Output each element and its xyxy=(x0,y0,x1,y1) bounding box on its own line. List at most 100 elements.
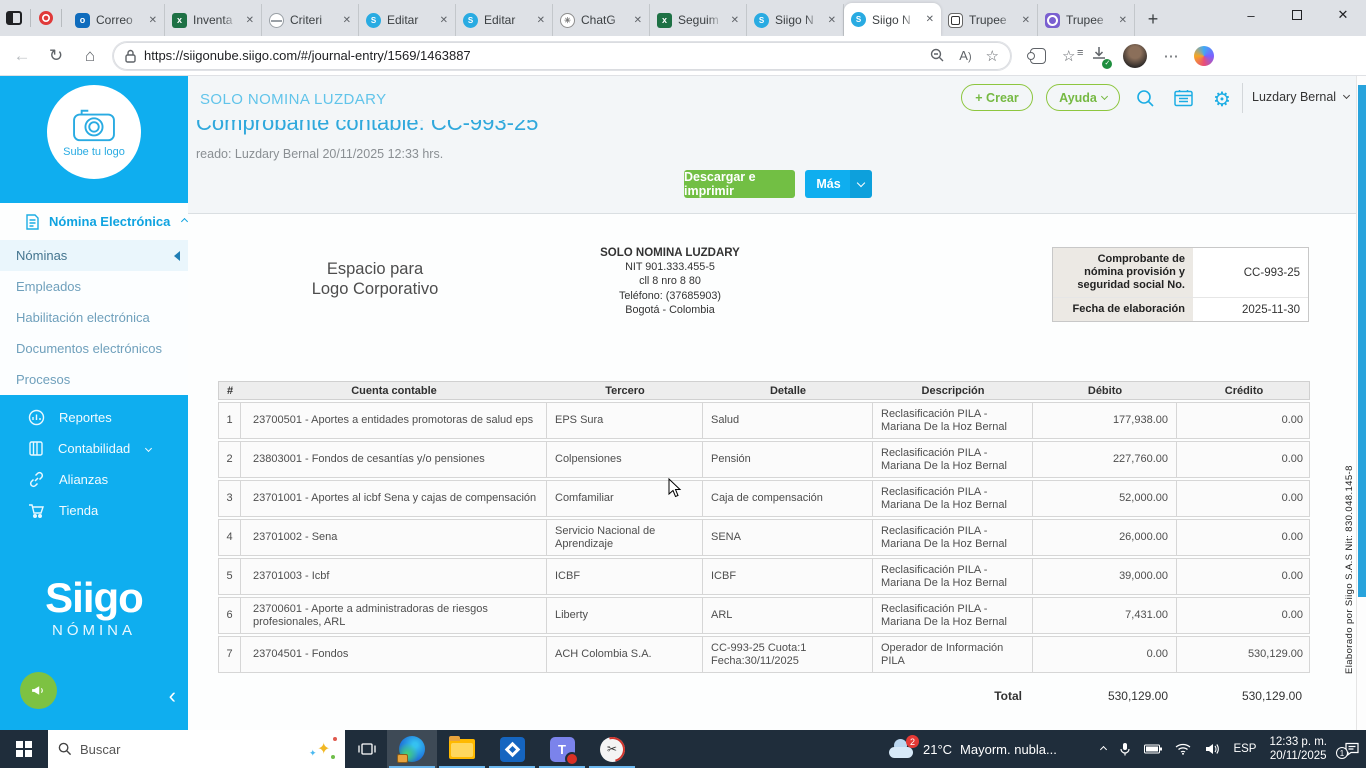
minimize-button[interactable]: – xyxy=(1228,0,1274,30)
calendar-icon[interactable] xyxy=(1174,89,1193,107)
tab-close-icon[interactable]: ✕ xyxy=(1119,15,1127,26)
cell-debito: 0.00 xyxy=(1033,637,1177,672)
taskbar-app-snipping[interactable]: ✂ xyxy=(587,730,637,768)
tab-close-icon[interactable]: ✕ xyxy=(149,15,157,26)
sidebar-item-label: Nóminas xyxy=(16,248,68,263)
language-indicator[interactable]: ESP xyxy=(1233,743,1256,755)
divider xyxy=(30,9,31,27)
tab-close-icon[interactable]: ✕ xyxy=(926,14,934,25)
recording-indicator-icon[interactable] xyxy=(39,11,53,25)
more-button[interactable]: Más xyxy=(805,170,872,198)
cell-credito: 0.00 xyxy=(1281,570,1303,582)
favorite-star-icon[interactable]: ☆ xyxy=(986,47,999,65)
taskbar-app-file-explorer[interactable] xyxy=(437,730,487,768)
volume-icon[interactable] xyxy=(1204,743,1220,755)
wifi-icon[interactable] xyxy=(1175,743,1191,755)
tray-expand-icon[interactable] xyxy=(1100,745,1108,753)
upload-logo-button[interactable]: Sube tu logo xyxy=(47,85,141,179)
browser-tab[interactable]: Seguim ✕ xyxy=(650,4,747,36)
divider xyxy=(61,9,62,27)
tab-favicon xyxy=(1045,12,1060,28)
tab-close-icon[interactable]: ✕ xyxy=(1022,15,1030,26)
taskbar-app-edge[interactable] xyxy=(387,730,437,768)
tab-favicon xyxy=(463,12,478,28)
action-center-icon[interactable]: 1 xyxy=(1336,742,1360,759)
search-icon[interactable] xyxy=(1136,89,1155,108)
settings-gear-icon[interactable]: ⚙ xyxy=(1213,87,1231,112)
sidebar-item[interactable]: Documentos electrónicos xyxy=(0,333,188,364)
tab-strip: Correo ✕ Inventa ✕ Criteri ✕ Editar ✕ Ed… xyxy=(68,0,1135,36)
browser-tab[interactable]: ChatG ✕ xyxy=(553,4,650,36)
tab-close-icon[interactable]: ✕ xyxy=(828,15,836,26)
more-chevron[interactable] xyxy=(850,170,872,198)
scrollbar-thumb[interactable] xyxy=(1358,85,1366,597)
siigo-watermark: Elaborado por Siigo S.A.S Nit: 830.048.1… xyxy=(1344,465,1355,674)
battery-icon[interactable] xyxy=(1144,744,1163,754)
sidebar-collapse-icon[interactable]: ‹ xyxy=(169,685,176,707)
start-button[interactable] xyxy=(0,730,48,768)
maximize-button[interactable] xyxy=(1274,0,1320,30)
copilot-icon[interactable] xyxy=(1194,45,1215,66)
url-text[interactable]: https://siigonube.siigo.com/#/journal-en… xyxy=(144,48,922,63)
page-scrollbar[interactable] xyxy=(1356,76,1366,730)
browser-tab[interactable]: Editar ✕ xyxy=(456,4,553,36)
back-icon[interactable]: ← xyxy=(10,46,34,66)
tab-close-icon[interactable]: ✕ xyxy=(246,15,254,26)
company-nit: NIT 901.333.455-5 xyxy=(625,261,715,274)
tab-close-icon[interactable]: ✕ xyxy=(440,15,448,26)
brand-name: Siigo xyxy=(45,574,144,621)
browser-tab[interactable]: Trupee ✕ xyxy=(941,4,1038,36)
browser-profile-avatar[interactable] xyxy=(1123,43,1148,68)
taskbar-clock[interactable]: 12:33 p. m. 20/11/2025 xyxy=(1269,735,1327,763)
new-tab-button[interactable]: + xyxy=(1139,5,1167,33)
close-button[interactable]: ✕ xyxy=(1320,0,1366,30)
favorites-bar-icon[interactable]: ☆ xyxy=(1062,47,1084,65)
download-print-button[interactable]: Descargar e imprimir xyxy=(684,170,795,198)
sidebar-item[interactable]: Empleados xyxy=(0,271,188,302)
help-button[interactable]: Ayuda xyxy=(1046,84,1120,111)
taskbar-weather[interactable]: 2 21°C Mayorm. nubla... xyxy=(887,735,1057,759)
announcements-button[interactable] xyxy=(20,672,57,709)
chevron-up-icon xyxy=(181,217,189,226)
sidebar-item[interactable]: Procesos xyxy=(0,364,188,395)
user-menu[interactable]: Luzdary Bernal xyxy=(1252,90,1351,104)
sidebar-item-reportes[interactable]: Reportes xyxy=(0,402,188,433)
copilot-sparkle-icon[interactable]: ✦ ✦ xyxy=(309,737,337,759)
extensions-icon[interactable] xyxy=(1027,47,1046,64)
taskbar-app-blue-diamond[interactable] xyxy=(487,730,537,768)
sidebar-item-label: Alianzas xyxy=(59,472,109,487)
browser-tab[interactable]: Editar ✕ xyxy=(359,4,456,36)
tab-close-icon[interactable]: ✕ xyxy=(731,15,739,26)
browser-menu-icon[interactable]: ⋯ xyxy=(1163,47,1178,65)
browser-tab[interactable]: Trupee ✕ xyxy=(1038,4,1135,36)
tab-close-icon[interactable]: ✕ xyxy=(343,15,351,26)
taskbar-search[interactable]: Buscar ✦ ✦ xyxy=(48,730,345,768)
browser-tab[interactable]: Siigo N ✕ xyxy=(844,3,941,36)
downloads-icon[interactable]: ✓ xyxy=(1091,46,1113,69)
home-icon[interactable]: ⌂ xyxy=(78,46,102,66)
cell-cuenta-contable: 23701003 - Icbf xyxy=(241,559,547,594)
tab-close-icon[interactable]: ✕ xyxy=(634,15,642,26)
microphone-icon[interactable] xyxy=(1119,742,1131,756)
sidebar-module-nomina-electronica[interactable]: Nómina Electrónica xyxy=(0,203,189,240)
create-button[interactable]: + Crear xyxy=(961,84,1033,111)
taskbar-app-teams[interactable]: T xyxy=(537,730,587,768)
browser-tab[interactable]: Correo ✕ xyxy=(68,4,165,36)
tab-close-icon[interactable]: ✕ xyxy=(537,15,545,26)
sidebar-item-tienda[interactable]: Tienda xyxy=(0,495,188,526)
sidebar-item[interactable]: Habilitación electrónica xyxy=(0,302,188,333)
browser-tab[interactable]: Siigo N ✕ xyxy=(747,4,844,36)
read-aloud-icon[interactable]: A) xyxy=(959,48,971,63)
sidebar-item[interactable]: Nóminas xyxy=(0,240,188,271)
cell-number: 6 xyxy=(219,598,241,633)
browser-tab[interactable]: Criteri ✕ xyxy=(262,4,359,36)
browser-tab[interactable]: Inventa ✕ xyxy=(165,4,262,36)
tab-layout-icon[interactable] xyxy=(6,11,22,25)
sidebar-item-alianzas[interactable]: Alianzas xyxy=(0,464,188,495)
task-view-button[interactable] xyxy=(347,730,387,768)
zoom-out-icon[interactable] xyxy=(930,48,945,63)
weather-cloud-icon: 2 xyxy=(887,735,919,759)
address-bar[interactable]: https://siigonube.siigo.com/#/journal-en… xyxy=(112,40,1012,71)
sidebar-item-contabilidad[interactable]: Contabilidad xyxy=(0,433,188,464)
refresh-icon[interactable]: ↻ xyxy=(44,46,68,66)
